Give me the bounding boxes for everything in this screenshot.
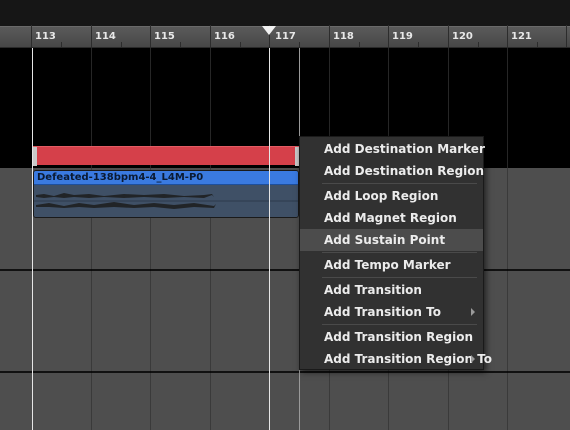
- ruler-label-118: 118: [333, 31, 354, 42]
- menu-item-add-magnet-region[interactable]: Add Magnet Region: [300, 207, 483, 229]
- audio-clip[interactable]: Defeated-138bpm4-4_L4M-P0: [33, 170, 299, 218]
- ruler-tick: [91, 25, 92, 47]
- ruler-label-120: 120: [452, 31, 473, 42]
- selection-start-line: [32, 48, 33, 430]
- menu-separator: [322, 277, 477, 278]
- menu-item-label: Add Transition Region: [324, 330, 474, 344]
- menu-item-label: Add Destination Marker: [324, 142, 485, 156]
- ruler-label-116: 116: [214, 31, 235, 42]
- playhead-triangle-icon[interactable]: [262, 26, 276, 35]
- ruler-label-113: 113: [35, 31, 56, 42]
- context-menu: Add Destination Marker Add Destination R…: [299, 136, 492, 370]
- ruler-subtick: [478, 42, 479, 47]
- menu-item-label: Add Tempo Marker: [324, 258, 451, 272]
- clip-title: Defeated-138bpm4-4_L4M-P0: [37, 172, 204, 183]
- track-separator: [0, 269, 570, 271]
- ruler-subtick: [240, 42, 241, 47]
- menu-item-label: Add Transition Region To: [324, 352, 493, 366]
- ruler-subtick: [359, 42, 360, 47]
- ruler-label-114: 114: [95, 31, 116, 42]
- region-start-handle[interactable]: [33, 147, 37, 166]
- clip-header[interactable]: Defeated-138bpm4-4_L4M-P0: [34, 171, 298, 185]
- playhead-line[interactable]: [269, 48, 270, 430]
- menu-item-label: Add Magnet Region: [324, 211, 457, 225]
- top-toolbar: [0, 0, 570, 26]
- ruler-subtick: [180, 42, 181, 47]
- ruler-tick: [566, 25, 567, 47]
- menu-item-label: Add Transition: [324, 283, 422, 297]
- menu-separator: [322, 183, 477, 184]
- ruler-subtick: [61, 42, 62, 47]
- menu-item-add-transition[interactable]: Add Transition: [300, 279, 483, 301]
- ruler-label-115: 115: [154, 31, 175, 42]
- menu-item-add-tempo-marker[interactable]: Add Tempo Marker: [300, 254, 483, 276]
- ruler-label-117: 117: [275, 31, 296, 42]
- ruler-tick: [388, 25, 389, 47]
- menu-item-add-transition-to[interactable]: Add Transition To: [300, 301, 483, 323]
- menu-separator: [322, 252, 477, 253]
- ruler-tick: [150, 25, 151, 47]
- ruler-tick: [448, 25, 449, 47]
- menu-item-add-transition-region[interactable]: Add Transition Region: [300, 326, 483, 348]
- menu-item-add-destination-region[interactable]: Add Destination Region: [300, 160, 485, 182]
- ruler-tick: [31, 25, 32, 47]
- menu-item-label: Add Sustain Point: [324, 233, 446, 247]
- menu-item-add-destination-marker[interactable]: Add Destination Marker: [300, 138, 485, 160]
- menu-item-add-transition-region-to[interactable]: Add Transition Region To: [300, 348, 492, 370]
- menu-item-label: Add Transition To: [324, 305, 441, 319]
- ruler-subtick: [418, 42, 419, 47]
- ruler-tick: [210, 25, 211, 47]
- timeline-ruler[interactable]: 113 114 115 116 117 118 119 120 121: [0, 25, 570, 48]
- track-grid-line: [507, 168, 508, 430]
- waveform: [34, 185, 298, 217]
- ruler-tick: [507, 25, 508, 47]
- track-separator: [0, 371, 570, 373]
- menu-item-add-loop-region[interactable]: Add Loop Region: [300, 185, 483, 207]
- ruler-label-119: 119: [392, 31, 413, 42]
- loop-region[interactable]: [33, 146, 299, 166]
- menu-item-label: Add Destination Region: [324, 164, 485, 178]
- submenu-arrow-icon: [471, 355, 475, 363]
- ruler-tick: [329, 25, 330, 47]
- menu-item-label: Add Loop Region: [324, 189, 439, 203]
- ruler-subtick: [299, 42, 300, 47]
- ruler-label-121: 121: [511, 31, 532, 42]
- ruler-subtick: [121, 42, 122, 47]
- ruler-subtick: [537, 42, 538, 47]
- submenu-arrow-icon: [471, 308, 475, 316]
- menu-separator: [322, 324, 477, 325]
- menu-item-add-sustain-point[interactable]: Add Sustain Point: [300, 229, 483, 251]
